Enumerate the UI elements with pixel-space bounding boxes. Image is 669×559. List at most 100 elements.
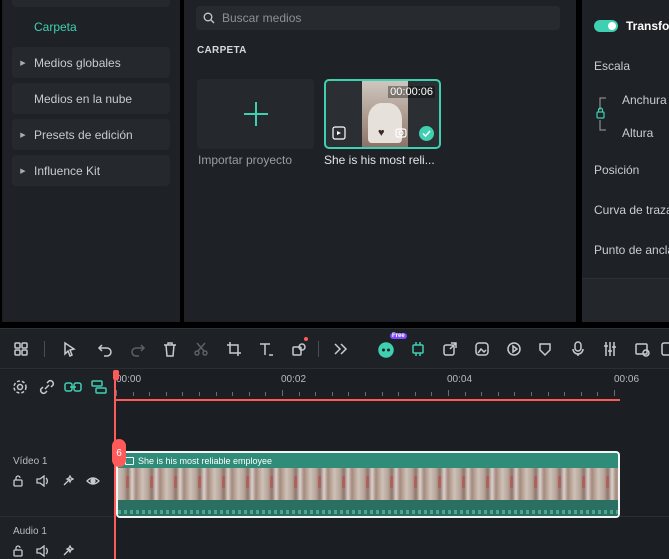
clip-name: She is his most reli... [324, 153, 435, 167]
sidebar-item-global-media[interactable]: ▶ Medios globales [12, 47, 170, 78]
ruler-tick [132, 392, 134, 396]
ruler-tick [315, 392, 317, 396]
clip-audio-waveform [118, 500, 618, 516]
work-area-bar[interactable] [116, 399, 620, 401]
toolbar-divider [318, 341, 319, 357]
ruler-label: 00:04 [447, 374, 473, 385]
more-icon[interactable] [656, 339, 669, 359]
section-title: CARPETA [197, 45, 247, 56]
export-frame-icon[interactable] [440, 339, 460, 359]
sidebar-item-top[interactable] [12, 0, 170, 7]
sidebar-item-label: Medios en la nube [34, 91, 133, 106]
chevron-right-icon: ▶ [20, 59, 26, 67]
eye-icon[interactable] [85, 474, 101, 488]
ruler-tick [414, 392, 416, 396]
lock-icon[interactable] [10, 544, 26, 558]
transform-toggle[interactable] [594, 20, 618, 32]
delete-icon[interactable] [160, 339, 180, 359]
ruler-tick [547, 392, 549, 396]
smart-cut-icon[interactable] [408, 339, 428, 359]
video-track-controls [10, 474, 101, 488]
ruler-tick [282, 390, 283, 396]
magic-icon[interactable] [60, 474, 76, 488]
chevron-right-icon: ▶ [20, 167, 26, 175]
transform-label: Transfor [626, 19, 669, 33]
ruler-tick [398, 392, 400, 396]
import-project-button[interactable] [197, 79, 314, 149]
lock-icon[interactable] [10, 474, 26, 488]
ruler-tick [464, 392, 466, 396]
sidebar: Carpeta ▶ Medios globales Medios en la n… [2, 0, 180, 322]
ruler-tick [232, 392, 234, 396]
sidebar-item-carpeta[interactable]: Carpeta [34, 20, 77, 34]
playhead-handle[interactable] [113, 370, 119, 380]
ai-robot-icon[interactable] [376, 339, 396, 359]
mask-shield-icon[interactable] [535, 339, 555, 359]
ruler-tick [248, 392, 250, 396]
audio-track-controls [10, 544, 76, 558]
ruler-tick [381, 392, 383, 396]
redo-icon[interactable] [128, 339, 148, 359]
ruler-tick [365, 392, 366, 396]
crop-icon[interactable] [224, 339, 244, 359]
scale-label: Escala [594, 59, 631, 73]
settings-icon[interactable] [11, 378, 29, 396]
lock-link-icon[interactable] [596, 96, 608, 132]
layout-grid-icon[interactable] [11, 339, 31, 359]
search-input[interactable]: Buscar medios [196, 6, 560, 30]
video-clip[interactable]: She is his most reliable employee [116, 451, 620, 518]
properties-panel: Transfor Escala Anchura Altura Posición … [582, 0, 669, 322]
link-clip-icon[interactable] [64, 378, 82, 396]
media-panel: Buscar medios CARPETA Importar proyecto … [184, 0, 576, 322]
timeline-ruler[interactable]: 00:00 00:02 00:04 00:06 [116, 370, 669, 400]
more-tools-icon[interactable] [330, 339, 350, 359]
speed-icon[interactable] [504, 339, 524, 359]
ruler-tick [514, 392, 516, 396]
sidebar-item-cloud-media[interactable]: Medios en la nube [12, 83, 170, 114]
ruler-tick [580, 392, 582, 396]
ruler-label: 00:02 [281, 374, 307, 385]
cut-icon[interactable] [191, 339, 211, 359]
anchor-point-label: Punto de ancla [594, 243, 669, 257]
magic-icon[interactable] [60, 544, 76, 558]
sidebar-item-edit-presets[interactable]: ▶ Presets de edición [12, 119, 170, 150]
video-track-label: Vídeo 1 [13, 456, 48, 467]
notification-dot [304, 337, 308, 341]
volume-icon[interactable] [35, 544, 51, 558]
select-pointer-icon[interactable] [60, 339, 80, 359]
magnetic-track-icon[interactable] [90, 378, 108, 396]
timeline: Free Vídeo 1 Audio 1 00:00 00:02 00:04 0… [0, 328, 669, 559]
ruler-tick [481, 392, 483, 396]
replace-icon[interactable] [394, 126, 408, 143]
sidebar-item-influence-kit[interactable]: ▶ Influence Kit [12, 155, 170, 186]
sidebar-item-label: Influence Kit [34, 163, 101, 178]
sidebar-panel: Carpeta ▶ Medios globales Medios en la n… [4, 0, 180, 322]
audio-track-label: Audio 1 [13, 526, 47, 537]
ruler-tick [199, 392, 200, 396]
undo-icon[interactable] [95, 339, 115, 359]
clip-type-icon [125, 457, 134, 465]
media-clip-thumbnail[interactable]: ♥ 00:00:06 [324, 79, 441, 149]
split-marker-icon[interactable]: 6 [112, 439, 126, 467]
audio-mixer-icon[interactable] [600, 339, 620, 359]
search-placeholder: Buscar medios [222, 11, 302, 25]
properties-footer [582, 278, 669, 322]
ruler-tick [348, 392, 350, 396]
ruler-tick [149, 392, 151, 396]
heart-icon: ♥ [378, 127, 385, 139]
sidebar-item-label: Presets de edición [34, 127, 133, 142]
clip-duration: 00:00:06 [388, 86, 435, 98]
search-icon [196, 12, 222, 24]
text-icon[interactable] [256, 339, 276, 359]
height-label: Altura [622, 126, 654, 140]
unlink-icon[interactable] [38, 378, 56, 396]
shape-icon[interactable] [289, 339, 309, 359]
volume-icon[interactable] [35, 474, 51, 488]
microphone-icon[interactable] [568, 339, 588, 359]
snapshot-icon[interactable] [632, 339, 652, 359]
ruler-tick [431, 392, 433, 396]
image-edit-icon[interactable] [472, 339, 492, 359]
ruler-tick [531, 392, 532, 396]
import-project-label: Importar proyecto [198, 153, 293, 167]
ruler-tick [448, 390, 449, 396]
